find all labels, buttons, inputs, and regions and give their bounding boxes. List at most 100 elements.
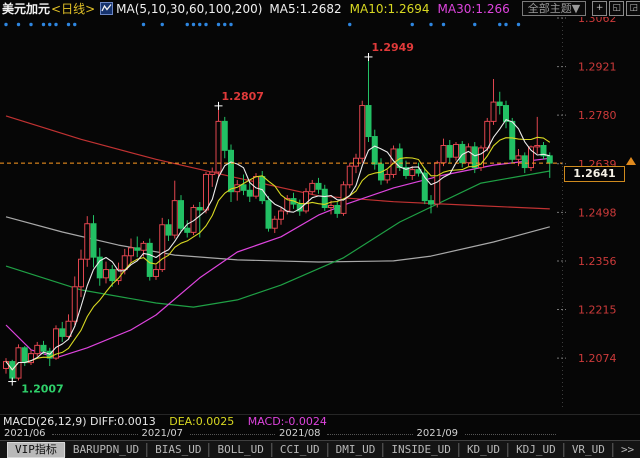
signal-dot xyxy=(73,23,76,26)
candle-body xyxy=(535,146,540,147)
macd-pane-header: MACD(26,12,9) DIFF:0.0013 DEA:0.0025 MAC… xyxy=(0,414,640,429)
indicator-tab-[interactable]: >> xyxy=(613,443,640,457)
indicator-tab-kd_ud[interactable]: KD_UD xyxy=(459,443,508,457)
candle-body xyxy=(229,150,234,191)
pane-next-icon[interactable]: ◲ xyxy=(626,1,640,16)
candle-body xyxy=(41,345,46,351)
timeframe-label[interactable]: <日线> xyxy=(51,0,95,17)
candle-body xyxy=(366,106,371,137)
axis-label: 1.2921 xyxy=(578,61,617,74)
signal-dot xyxy=(473,23,476,26)
candle-body xyxy=(166,225,171,235)
candle-body xyxy=(329,205,334,207)
signal-dot xyxy=(186,23,189,26)
all-themes-dropdown[interactable]: 全部主题▼ xyxy=(522,1,586,16)
low-annotation: 1.2007 xyxy=(21,383,63,396)
indicator-tab-bias_ud[interactable]: BIAS_UD xyxy=(147,443,209,457)
candle-body xyxy=(522,156,527,168)
candle-body xyxy=(504,106,509,122)
macd-diff-label: MACD(26,12,9) DIFF:0.0013 xyxy=(3,415,156,428)
signal-dot xyxy=(161,23,164,26)
candle-body xyxy=(104,270,109,278)
signal-dot xyxy=(498,23,501,26)
candle-body xyxy=(91,224,96,257)
signal-dot xyxy=(348,23,351,26)
macd-dea-label: DEA:0.0025 xyxy=(169,415,234,428)
candle-body xyxy=(385,174,390,180)
signal-dot xyxy=(217,23,220,26)
high-annotation: 1.2807 xyxy=(222,90,264,103)
candle-body xyxy=(266,201,271,229)
candle-body xyxy=(360,106,365,159)
candle-body xyxy=(135,248,140,250)
candle-body xyxy=(491,102,496,121)
indicator-tab-vip[interactable]: VIP指标 xyxy=(7,442,65,458)
candle-body xyxy=(129,248,134,256)
candle-body xyxy=(335,205,340,213)
date-grid-dots xyxy=(190,434,276,435)
candle-body xyxy=(60,329,65,337)
candle-body xyxy=(516,156,521,159)
signal-dot xyxy=(4,23,7,26)
indicator-tab-inside_ud[interactable]: INSIDE_UD xyxy=(383,443,459,457)
ma10-value: MA10:1.2694 xyxy=(350,2,430,16)
indicator-tab-vr_ud[interactable]: VR_UD xyxy=(564,443,613,457)
ma5-value: MA5:1.2682 xyxy=(269,2,341,16)
signal-dot xyxy=(223,23,226,26)
candle-body xyxy=(316,183,321,189)
month-label: 2021/09 xyxy=(417,428,459,439)
candlestick-chart[interactable]: 1.30621.29211.27801.26391.24981.23561.22… xyxy=(0,0,640,440)
signal-dot xyxy=(17,23,20,26)
candle-body xyxy=(160,225,165,270)
candle-body xyxy=(260,177,265,201)
signal-dot xyxy=(198,23,201,26)
current-price-tag: 1.2641 xyxy=(564,166,625,182)
candle-body xyxy=(310,183,315,191)
indicator-icon[interactable] xyxy=(100,2,113,15)
candle-body xyxy=(154,270,159,277)
candle-body xyxy=(279,211,284,219)
axis-label: 1.2074 xyxy=(578,352,617,365)
candle-body xyxy=(141,243,146,250)
indicator-tab-dmi_ud[interactable]: DMI_UD xyxy=(328,443,384,457)
candle-body xyxy=(429,201,434,204)
candle-body xyxy=(241,185,246,191)
candle-body xyxy=(547,156,552,163)
axis-label: 1.2356 xyxy=(578,255,617,268)
trading-app-window: 美元加元 <日线> MA(5,10,30,60,100,200) MA5:1.2… xyxy=(0,0,640,458)
ma30-value: MA30:1.266 xyxy=(438,2,510,16)
candle-body xyxy=(179,201,184,229)
signal-dot xyxy=(504,23,507,26)
date-axis: 2021/062021/072021/082021/09 xyxy=(0,428,640,440)
candle-body xyxy=(216,121,221,172)
candle-body xyxy=(4,362,9,369)
candle-body xyxy=(197,208,202,210)
candle-body xyxy=(497,102,502,105)
signal-dot xyxy=(142,23,145,26)
signal-dot xyxy=(411,23,414,26)
candle-body xyxy=(147,243,152,276)
signal-dot xyxy=(229,23,232,26)
indicator-tab-barupdn_ud[interactable]: BARUPDN_UD xyxy=(65,443,147,457)
indicator-tab-kdj_ud[interactable]: KDJ_UD xyxy=(508,443,564,457)
indicator-tab-cci_ud[interactable]: CCI_UD xyxy=(272,443,328,457)
date-grid-dots xyxy=(52,434,138,435)
candle-body xyxy=(72,287,77,321)
ma-group-label: MA(5,10,30,60,100,200) xyxy=(116,2,262,16)
indicator-tab-boll_ud[interactable]: BOLL_UD xyxy=(209,443,271,457)
candle-body xyxy=(185,228,190,232)
signal-dot xyxy=(192,23,195,26)
window-icon-group: +◱◲◰ xyxy=(592,1,640,16)
candle-body xyxy=(485,121,490,148)
pane-corner-icon[interactable]: ◱ xyxy=(609,1,624,16)
indicator-tab-bar: VIP指标BARUPDN_UDBIAS_UDBOLL_UDCCI_UDDMI_U… xyxy=(0,440,640,458)
signal-dot xyxy=(442,23,445,26)
crosshair-icon[interactable]: + xyxy=(592,1,607,16)
signal-dot xyxy=(67,23,70,26)
candle-body xyxy=(347,166,352,185)
month-label: 2021/06 xyxy=(4,428,46,439)
axis-label: 1.2215 xyxy=(578,304,617,317)
symbol-name: 美元加元 xyxy=(2,0,50,17)
candle-body xyxy=(447,146,452,158)
candle-body xyxy=(354,158,359,166)
